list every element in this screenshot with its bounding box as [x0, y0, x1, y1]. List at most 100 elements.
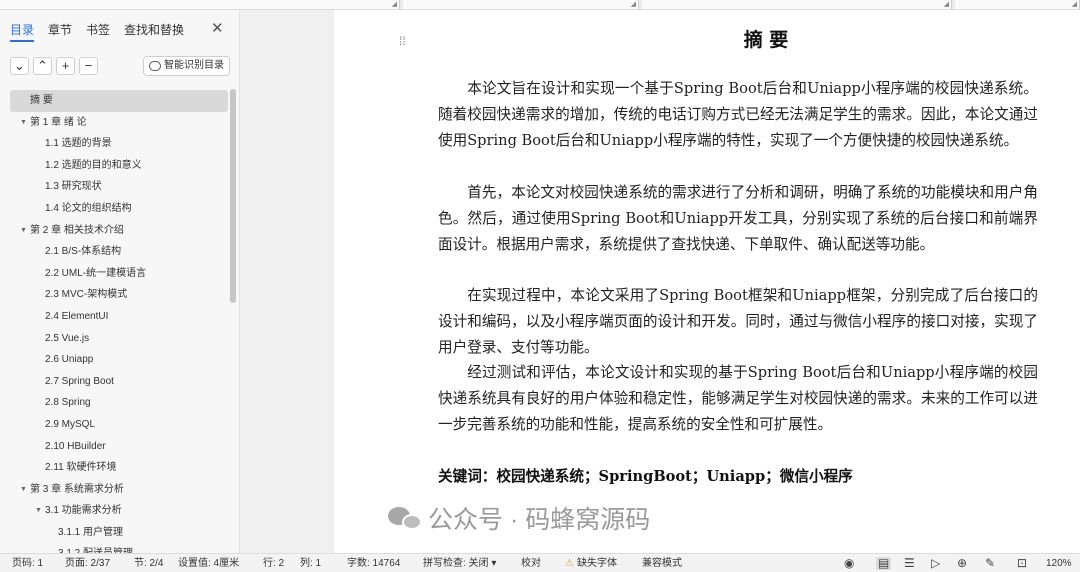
toc-item-label: 2.7 Spring Boot	[45, 375, 114, 387]
toc-item[interactable]: 2.10 HBuilder	[10, 436, 228, 458]
keywords: 关键词：校园快递系统；SpringBoot；Uniapp；微信小程序	[438, 468, 853, 485]
status-section[interactable]: 节: 2/4	[134, 557, 163, 570]
toc-item[interactable]: 2.5 Vue.js	[10, 328, 228, 350]
paragraph: 本论文旨在设计和实现一个基于Spring Boot后台和Uniapp小程序端的校…	[438, 80, 1038, 149]
toc-item-label: 1.4 论文的组织结构	[45, 202, 132, 214]
tab-chapters[interactable]: 章节	[48, 22, 72, 42]
toc-item-label: 摘 要	[30, 95, 53, 106]
toc-item-label: 2.10 HBuilder	[45, 440, 106, 452]
status-page[interactable]: 页面: 2/37	[65, 557, 110, 570]
paragraph: 首先，本论文对校园快递系统的需求进行了分析和调研，明确了系统的功能模块和用户角色…	[438, 184, 1038, 253]
toc-item-label: 1.1 选题的背景	[45, 138, 112, 150]
proofread-button[interactable]: 校对	[521, 557, 541, 570]
paragraph: 经过测试和评估，本论文设计和实现的基于Spring Boot后台和Uniapp小…	[438, 364, 1038, 433]
smart-toc-icon	[149, 61, 161, 71]
toc-item[interactable]: 2.8 Spring	[10, 392, 228, 414]
collapse-button[interactable]: ⌄	[10, 57, 29, 75]
toc-scrollbar[interactable]	[229, 89, 237, 554]
toc-item[interactable]: 3.1.1 用户管理	[10, 522, 228, 544]
watermark: 公众号 · 码蜂窝源码	[388, 500, 650, 536]
toc-item[interactable]: 2.2 UML-统一建模语言	[10, 263, 228, 285]
toc-toolbar: ⌄ ⌃ + −	[10, 57, 98, 75]
toc-item-label: 第 1 章 绪 论	[30, 116, 87, 128]
pen-icon[interactable]: ✎	[985, 557, 995, 570]
toc-item[interactable]: ▼ 3.1 功能需求分析	[10, 500, 228, 522]
toc-item[interactable]: 1.3 研究现状	[10, 176, 228, 198]
tab-toc[interactable]: 目录	[10, 22, 35, 42]
watermark-text: 公众号 · 码蜂窝源码	[428, 506, 651, 534]
fit-page-icon[interactable]: ⊡	[1017, 557, 1027, 570]
toc-item[interactable]: 1.2 选题的目的和意义	[10, 155, 228, 177]
toc-item[interactable]: 2.1 B/S-体系结构	[10, 241, 228, 263]
expand-toggle-icon[interactable]: ▼	[20, 220, 27, 242]
missing-font-button[interactable]: ⚠ 缺失字体	[565, 557, 617, 570]
toc-item[interactable]: 1.1 选题的背景	[10, 133, 228, 155]
expand-toggle-icon[interactable]: ▼	[20, 112, 27, 134]
toc-item[interactable]: ▼ 第 2 章 相关技术介绍	[10, 220, 228, 242]
panel-tabs: 目录 章节 书签 查找和替换	[10, 22, 184, 42]
toc-item-label: 1.2 选题的目的和意义	[45, 159, 142, 171]
toc-item-label: 2.5 Vue.js	[45, 332, 90, 344]
spell-check-dropdown[interactable]: 拼写检查: 关闭 ▾	[423, 557, 496, 570]
smart-toc-button[interactable]: 智能识别目录	[143, 56, 230, 76]
toc-item[interactable]: 1.4 论文的组织结构	[10, 198, 228, 220]
toc-item[interactable]: 2.11 软硬件环境	[10, 457, 228, 479]
status-col[interactable]: 列: 1	[300, 557, 321, 570]
eye-protect-icon[interactable]: ◉	[844, 557, 854, 570]
warning-icon: ⚠	[565, 558, 574, 569]
remove-heading-button[interactable]: −	[79, 57, 98, 75]
toc-item[interactable]: ▼ 第 1 章 绪 论	[10, 112, 228, 134]
status-setting[interactable]: 设置值: 4厘米	[178, 557, 239, 570]
play-icon[interactable]: ▷	[931, 557, 940, 570]
tab-bookmarks[interactable]: 书签	[86, 22, 110, 42]
toc-item[interactable]: 摘 要	[10, 90, 228, 112]
toc-item[interactable]: 2.3 MVC-架构模式	[10, 284, 228, 306]
toc-item-label: 1.3 研究现状	[45, 181, 102, 193]
outline-view-icon[interactable]: ☰	[904, 557, 915, 570]
toc-item[interactable]: ▼ 第 3 章 系统需求分析	[10, 479, 228, 501]
expand-toggle-icon[interactable]: ▼	[35, 500, 42, 522]
toc-item[interactable]: 2.9 MySQL	[10, 414, 228, 436]
close-icon[interactable]: ✕	[211, 21, 224, 37]
expand-toggle-icon[interactable]: ▼	[20, 479, 27, 501]
ruler-strip: ◢ ◢ ◢ ◢	[0, 0, 1080, 10]
toc-item-label: 3.1.1 用户管理	[58, 526, 124, 538]
toc-item-label: 3.1.2 配送员管理	[58, 543, 133, 553]
tab-find-replace[interactable]: 查找和替换	[124, 22, 184, 42]
toc-item-label: 2.8 Spring	[45, 397, 91, 409]
add-heading-button[interactable]: +	[56, 57, 75, 75]
compat-mode: 兼容模式	[642, 558, 682, 569]
toc-item-label: 第 3 章 系统需求分析	[30, 483, 124, 495]
status-row[interactable]: 行: 2	[263, 557, 284, 570]
toc-item-label: 第 2 章 相关技术介绍	[30, 224, 124, 236]
ruler-segment: ◢	[0, 0, 400, 9]
toc-item-label: 2.4 ElementUI	[45, 310, 109, 322]
toc-item-label: 2.6 Uniapp	[45, 354, 94, 366]
ruler-segment: ◢	[955, 0, 1080, 9]
status-word-count[interactable]: 字数: 14764	[347, 557, 400, 570]
status-bar: 页码: 1 页面: 2/37 节: 2/4 设置值: 4厘米 行: 2 列: 1…	[0, 553, 1080, 572]
toc-item[interactable]: 2.6 Uniapp	[10, 349, 228, 371]
expand-button[interactable]: ⌃	[33, 57, 52, 75]
status-page-code[interactable]: 页码: 1	[12, 557, 43, 570]
toc-item-label: 2.9 MySQL	[45, 418, 96, 430]
navigation-panel: 目录 章节 书签 查找和替换 ✕ ⌄ ⌃ + − 智能识别目录 摘 要 ▼ 第 1 …	[0, 10, 240, 553]
zoom-level[interactable]: 120%	[1046, 557, 1072, 570]
web-view-icon[interactable]: ⊕	[957, 557, 967, 570]
wechat-icon	[388, 505, 422, 531]
toc-item[interactable]: 2.4 ElementUI	[10, 306, 228, 328]
toc-item-label: 3.1 功能需求分析	[45, 505, 122, 517]
toc-item[interactable]: 3.1.2 配送员管理	[10, 543, 228, 553]
toc-item-label: 2.2 UML-统一建模语言	[45, 267, 147, 279]
ruler-segment: ◢	[403, 0, 639, 9]
toc-item[interactable]: 2.7 Spring Boot	[10, 371, 228, 393]
page-view-icon[interactable]: ▤	[876, 557, 892, 570]
toc-item-label: 2.3 MVC-架构模式	[45, 289, 128, 301]
smart-toc-label: 智能识别目录	[164, 60, 224, 71]
missing-font-label: 缺失字体	[576, 558, 617, 569]
toc-item-label: 2.11 软硬件环境	[45, 462, 117, 474]
paragraph: 在实现过程中，本论文采用了Spring Boot框架和Uniapp框架，分别完成…	[438, 287, 1038, 356]
toc-scrollbar-thumb[interactable]	[230, 89, 236, 303]
page-title: 摘 要	[743, 29, 789, 51]
document-page[interactable]: ⁞⁞ 摘 要 本论文旨在设计和实现一个基于Spring Boot后台和Uniap…	[334, 10, 1080, 553]
